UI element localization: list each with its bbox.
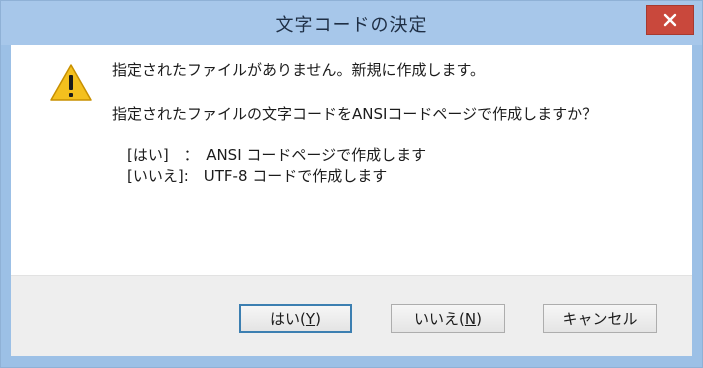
yes-button-accesskey: Y <box>305 309 316 328</box>
cancel-button[interactable]: キャンセル <box>543 304 657 333</box>
yes-button-label: はい( <box>270 310 306 328</box>
yes-button[interactable]: はい(Y) <box>239 304 352 333</box>
no-button[interactable]: いいえ(N) <box>391 304 505 333</box>
button-bar: はい(Y) いいえ(N) キャンセル <box>11 275 692 356</box>
option-no-description: [いいえ]: UTF-8 コードで作成します <box>127 167 388 185</box>
warning-icon <box>50 64 92 101</box>
cancel-button-label: キャンセル <box>562 310 638 328</box>
option-yes-description: [はい] ： ANSI コードページで作成します <box>127 146 427 164</box>
message-line-2: 指定されたファイルの文字コードをANSIコードページで作成しますか？ <box>112 105 598 123</box>
close-icon <box>663 13 677 27</box>
no-button-accesskey: N <box>464 309 477 328</box>
title-bar[interactable]: 文字コードの決定 <box>1 1 702 45</box>
dialog-content: 指定されたファイルがありません。新規に作成します。 指定されたファイルの文字コー… <box>11 45 692 275</box>
yes-button-suffix: ) <box>315 309 321 328</box>
close-button[interactable] <box>646 5 694 35</box>
no-button-label: いいえ( <box>414 310 465 328</box>
message-line-1: 指定されたファイルがありません。新規に作成します。 <box>112 61 486 79</box>
no-button-suffix: ) <box>476 309 482 328</box>
dialog-window: 文字コードの決定 指定されたファイルがありません。新規に作成します。 指定された… <box>0 0 703 368</box>
dialog-title: 文字コードの決定 <box>275 15 428 36</box>
